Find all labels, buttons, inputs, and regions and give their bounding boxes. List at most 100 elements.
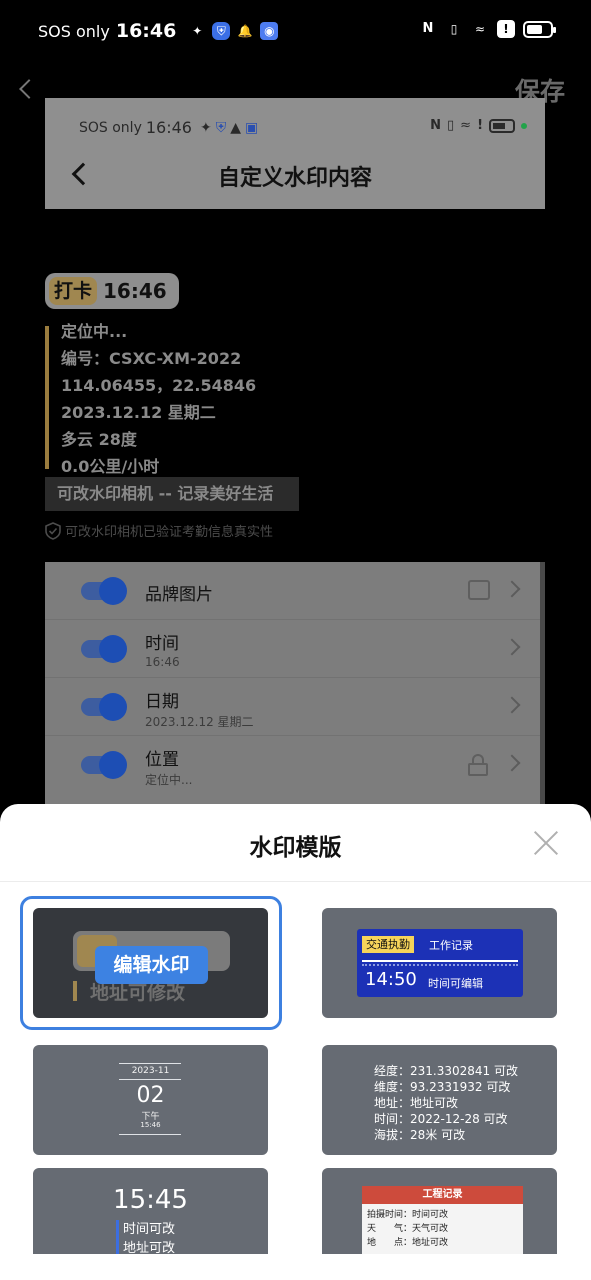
watermark-line: 多云 28度 — [61, 430, 137, 449]
preview-bell-icon: ▲ — [230, 119, 241, 136]
preview-vibrate-icon: ▯ — [447, 118, 455, 133]
lock-icon — [468, 754, 488, 776]
template-3-time: 15:46 — [140, 1121, 161, 1129]
watermark-tag-label: 打卡 — [49, 277, 97, 305]
edit-watermark-button[interactable]: 编辑水印 — [95, 946, 208, 984]
template-2-sub: 时间可编辑 — [428, 977, 483, 990]
wolf-icon: ✦ — [192, 24, 203, 38]
status-bar: SOS only 16:46 ✦ ⛨ 🔔 ◉ N ▯ ≈ ! — [0, 0, 591, 66]
back-button[interactable] — [14, 72, 40, 108]
preview-battery-icon — [489, 118, 515, 133]
preview-wolf-icon: ✦ — [199, 119, 212, 136]
watermark-line: 114.06455，22.54846 — [61, 376, 257, 395]
nfc-icon: N — [422, 21, 434, 36]
preview-shield-icon: ⛨ — [215, 119, 227, 136]
template-2-preview: 交通执勤 工作记录 14:50 时间可编辑 — [357, 929, 523, 997]
template-3-day: 02 — [136, 1083, 165, 1108]
template-2-heading: 工作记录 — [429, 939, 473, 952]
chevron-right-icon[interactable] — [503, 580, 521, 598]
template-5-lines: 时间可改 地址可改 — [123, 1220, 175, 1254]
chevron-right-icon[interactable] — [503, 696, 521, 714]
location-toggle[interactable] — [81, 751, 127, 779]
alert-icon: ! — [497, 20, 515, 38]
settings-row-time[interactable]: 时间 16:46 — [45, 620, 540, 678]
status-bar-left: SOS only 16:46 ✦ ⛨ 🔔 ◉ — [38, 20, 279, 42]
preview-alert-icon: ! — [477, 118, 483, 133]
watermark-line: 2023.12.12 星期二 — [61, 403, 216, 422]
clock: 16:46 — [115, 20, 177, 42]
date-toggle[interactable] — [81, 693, 127, 721]
chevron-right-icon[interactable] — [503, 638, 521, 656]
settings-list: 品牌图片 时间 16:46 日期 2023.12.12 星期二 位置 定位中..… — [45, 562, 545, 807]
template-5-accent-bar — [116, 1220, 119, 1254]
template-card-1[interactable]: 地址可修改 编辑水印 — [33, 908, 268, 1018]
preview-nfc-icon: N — [430, 118, 441, 133]
time-toggle[interactable] — [81, 635, 127, 663]
image-add-icon[interactable] — [468, 580, 490, 600]
preview-wifi-icon: ≈ — [460, 118, 472, 133]
settings-row-brand-image[interactable]: 品牌图片 — [45, 562, 540, 620]
sheet-divider — [0, 881, 591, 882]
template-6-heading: 工程记录 — [362, 1186, 523, 1204]
preview-app-icon: ▣ — [244, 119, 259, 136]
template-3-rule-bottom — [119, 1134, 181, 1135]
settings-row-location[interactable]: 位置 定位中... — [45, 736, 540, 794]
template-1-accent-bar — [73, 981, 77, 1001]
watermark-line: 0.0公里/小时 — [61, 457, 160, 476]
settings-row-date[interactable]: 日期 2023.12.12 星期二 — [45, 678, 540, 736]
template-4-lines: 经度：231.3302841 可改 维度：93.2331932 可改 地址：地址… — [374, 1063, 518, 1143]
settings-row-sub: 16:46 — [145, 655, 180, 669]
template-4-line: 维度：93.2331932 可改 — [374, 1080, 511, 1094]
template-2-time: 14:50 — [365, 969, 417, 990]
battery-icon — [523, 20, 556, 38]
template-4-line: 经度：231.3302841 可改 — [374, 1064, 518, 1078]
template-3-rule-top — [119, 1063, 181, 1064]
app-icon: ◉ — [260, 22, 279, 40]
watermark-lines: 定位中... 编号：CSXC-XM-2022 114.06455，22.5484… — [61, 318, 256, 480]
vibrate-icon: ▯ — [450, 22, 458, 36]
close-icon[interactable] — [533, 830, 559, 856]
preview-clock: 16:46 — [145, 118, 192, 137]
template-6-line: 拍摄时间：时间可改 — [367, 1210, 449, 1220]
template-4-line: 时间：2022-12-28 可改 — [374, 1112, 508, 1126]
watermark-tag-time: 16:46 — [103, 279, 167, 303]
watermark-slogan: 可改水印相机 -- 记录美好生活 — [45, 477, 299, 511]
template-6-line: 地 点：地址可改 — [367, 1238, 449, 1248]
template-card-6[interactable]: 工程记录 拍摄时间：时间可改 天 气：天气可改 地 点：地址可改 — [322, 1168, 557, 1254]
preview-dot-icon — [521, 122, 527, 129]
status-bar-right: N ▯ ≈ ! — [419, 20, 556, 38]
template-card-2[interactable]: 交通执勤 工作记录 14:50 时间可编辑 — [322, 908, 557, 1018]
template-2-badge: 交通执勤 — [362, 936, 414, 953]
template-2-dashes — [362, 964, 518, 967]
template-5-line: 地址可改 — [123, 1241, 176, 1254]
template-6-line: 天 气：天气可改 — [367, 1224, 449, 1234]
template-5-line: 时间可改 — [123, 1222, 176, 1237]
template-4-line: 地址：地址可改 — [374, 1096, 459, 1110]
carrier-label: SOS only — [38, 21, 110, 41]
verify-text: 可改水印相机已验证考勤信息真实性 — [65, 525, 274, 540]
template-card-5[interactable]: 15:45 时间可改 地址可改 — [33, 1168, 268, 1254]
template-card-4[interactable]: 经度：231.3302841 可改 维度：93.2331932 可改 地址：地址… — [322, 1045, 557, 1155]
template-3-rule-mid — [119, 1079, 181, 1080]
settings-row-label: 时间 — [145, 634, 179, 654]
watermark-line: 编号：CSXC-XM-2022 — [61, 349, 242, 368]
preview-status-right: N ▯ ≈ ! — [430, 118, 527, 133]
watermark-verify: 可改水印相机已验证考勤信息真实性 — [45, 521, 273, 540]
shield-app-icon: ⛨ — [212, 22, 231, 40]
template-2-rule — [362, 960, 518, 962]
settings-row-label: 品牌图片 — [145, 585, 213, 605]
template-4-line: 海拔：28米 可改 — [374, 1128, 466, 1142]
sheet-title: 水印模版 — [249, 835, 342, 861]
bell-icon: 🔔 — [237, 24, 253, 38]
template-card-3[interactable]: 2023-11 02 下午 15:46 — [33, 1045, 268, 1155]
template-6-preview: 工程记录 拍摄时间：时间可改 天 气：天气可改 地 点：地址可改 — [362, 1186, 523, 1254]
watermark-accent-bar — [45, 326, 49, 469]
watermark-tag: 打卡 16:46 — [45, 273, 179, 309]
template-3-date: 2023-11 — [131, 1066, 170, 1076]
chevron-right-icon[interactable] — [503, 754, 521, 772]
settings-row-label: 日期 — [145, 692, 179, 712]
brand-image-toggle[interactable] — [81, 577, 127, 605]
preview-status-left: SOS only 16:46 ✦ ⛨ ▲ ▣ — [79, 118, 258, 137]
settings-row-sub: 定位中... — [145, 773, 193, 787]
template-5-time: 15:45 — [113, 1185, 188, 1215]
